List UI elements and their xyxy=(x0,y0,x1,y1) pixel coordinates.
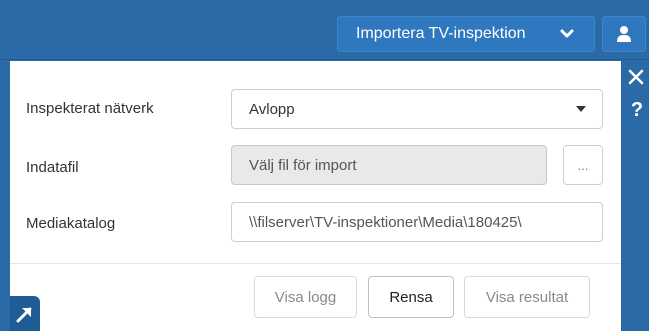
expand-arrow-icon xyxy=(16,307,32,322)
user-icon xyxy=(617,26,631,42)
network-select-value: Avlopp xyxy=(249,100,295,118)
media-label: Mediakatalog xyxy=(26,215,116,232)
import-tv-inspection-button[interactable]: Importera TV-inspektion xyxy=(337,16,595,52)
show-log-button[interactable]: Visa logg xyxy=(254,276,357,318)
expand-corner[interactable] xyxy=(10,296,40,331)
clear-button[interactable]: Rensa xyxy=(368,276,454,318)
import-button-label: Importera TV-inspektion xyxy=(356,25,526,42)
caret-down-icon xyxy=(576,106,586,112)
infile-placeholder: Välj fil för import xyxy=(249,156,357,174)
chevron-down-icon xyxy=(560,29,574,38)
media-directory-input[interactable]: \\filserver\TV-inspektioner\Media\180425… xyxy=(231,202,603,242)
close-icon[interactable] xyxy=(627,68,645,86)
divider xyxy=(10,263,621,264)
top-bar: Importera TV-inspektion xyxy=(0,0,649,60)
media-directory-value: \\filserver\TV-inspektioner\Media\180425… xyxy=(249,213,522,231)
user-button[interactable] xyxy=(602,16,646,52)
import-panel: Inspekterat nätverk Avlopp Indatafil Väl… xyxy=(10,61,621,331)
help-icon[interactable]: ? xyxy=(628,99,646,121)
infile-field: Välj fil för import xyxy=(231,145,547,185)
infile-label: Indatafil xyxy=(26,159,79,176)
network-select[interactable]: Avlopp xyxy=(231,89,603,129)
show-results-button[interactable]: Visa resultat xyxy=(464,276,590,318)
browse-button[interactable]: ... xyxy=(563,145,603,185)
network-label: Inspekterat nätverk xyxy=(26,100,154,117)
